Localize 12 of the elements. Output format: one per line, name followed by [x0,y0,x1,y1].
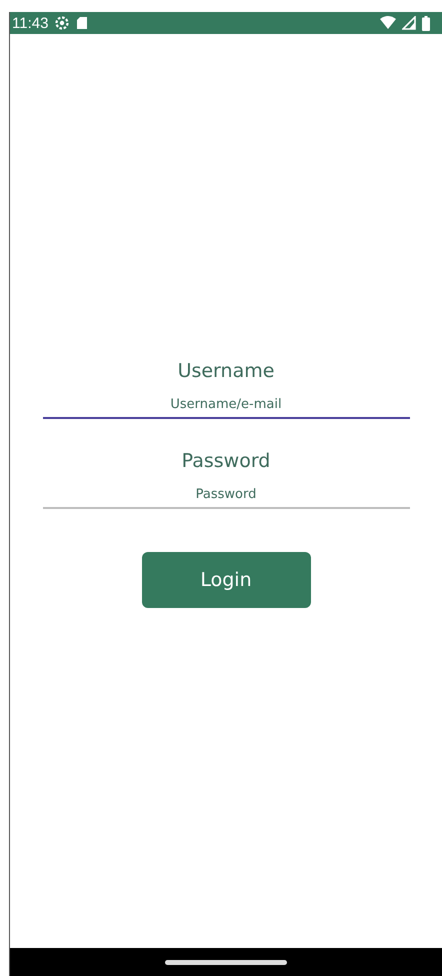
signal-icon [402,16,416,30]
input-field[interactable]: Password [42,483,410,509]
login-button[interactable]: Login [142,552,310,608]
battery-icon [422,16,430,30]
sd-card-icon [76,16,88,30]
status-time: 11:43 [12,14,48,32]
field-label: Username [178,359,274,383]
field-label: Password [182,449,270,473]
input-field[interactable]: Username/e-mail [42,393,410,419]
wifi-icon [380,16,396,30]
gear-icon [54,15,70,31]
home-handle[interactable] [165,960,287,964]
